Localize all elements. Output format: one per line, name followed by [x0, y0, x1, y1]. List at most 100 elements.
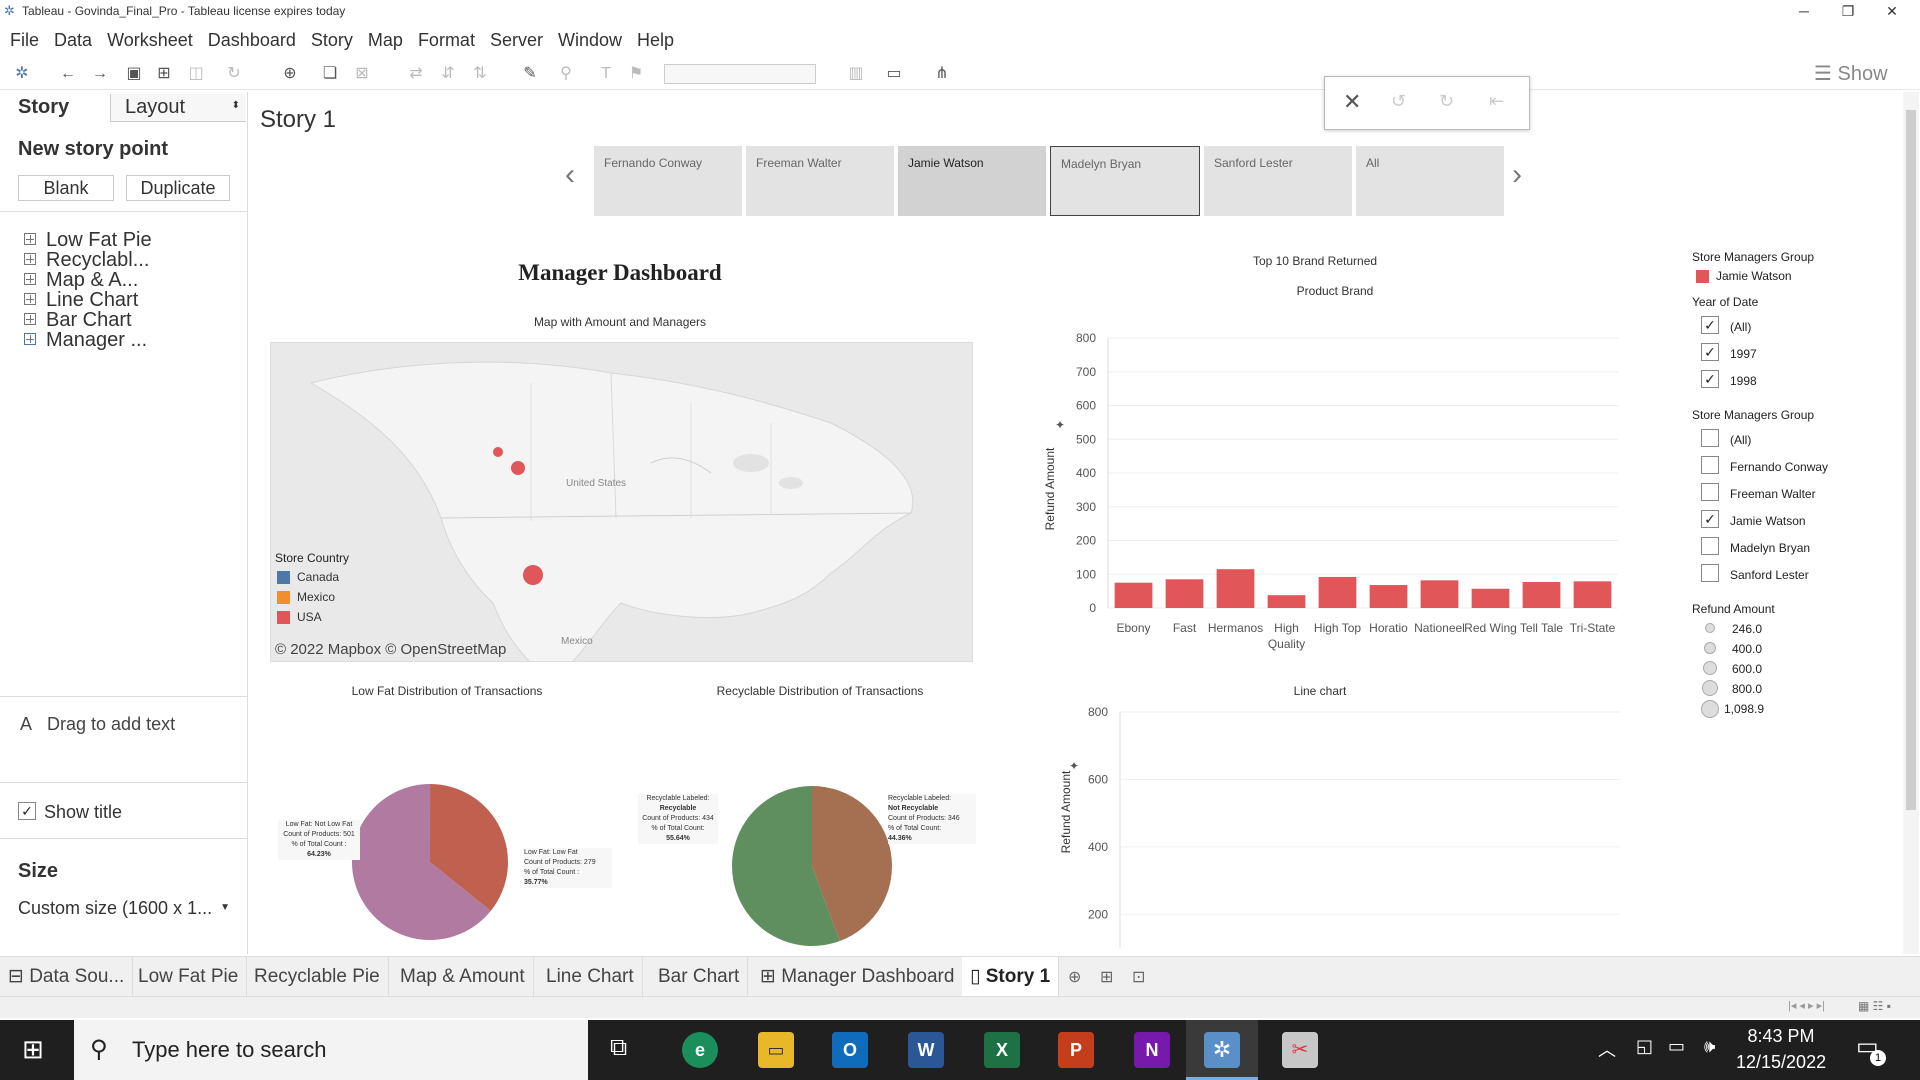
outlook-icon[interactable]: O [832, 1032, 868, 1068]
tab-story-1[interactable]: ▯ Story 1 [962, 957, 1060, 997]
labels-icon[interactable]: T [594, 62, 618, 86]
story-point-sanford[interactable]: Sanford Lester [1204, 146, 1352, 216]
menu-worksheet[interactable]: Worksheet [97, 26, 193, 54]
manager-checkbox-all[interactable] [1701, 429, 1719, 447]
presentation-icon[interactable]: ▭ [882, 62, 906, 86]
powerpoint-icon[interactable]: P [1058, 1032, 1094, 1068]
sheet-item-low-fat-pie[interactable]: Low Fat Pie [24, 230, 152, 250]
tab-layout[interactable]: Layout ⬍ [110, 94, 246, 122]
menu-dashboard[interactable]: Dashboard [198, 26, 296, 54]
map-point-ca[interactable] [523, 565, 543, 585]
sort-asc-icon[interactable]: ⇵ [436, 62, 460, 86]
tab-manager-dashboard[interactable]: ⊞ Manager Dashboard [752, 957, 964, 997]
story-point-fernando[interactable]: Fernando Conway [594, 146, 742, 216]
vertical-scrollbar[interactable] [1903, 92, 1919, 954]
menu-story[interactable]: Story [301, 26, 353, 54]
highlight-icon[interactable]: ✎ [518, 62, 542, 86]
undo-icon[interactable]: ← [56, 62, 80, 86]
refresh-icon[interactable]: ↻ [222, 62, 246, 86]
tab-low-fat-pie[interactable]: Low Fat Pie [130, 957, 248, 997]
manager-checkbox-madelyn[interactable] [1701, 537, 1719, 555]
tab-data-source[interactable]: ⊟ Data Sou... [0, 957, 134, 997]
task-view-icon[interactable]: ⧉ [610, 1034, 627, 1062]
new-datasource-icon[interactable]: ⊞ [152, 62, 176, 86]
sheet-item-map[interactable]: Map & A... [24, 270, 138, 290]
group-icon[interactable]: ⚲ [554, 62, 578, 86]
volume-icon[interactable]: 🕪 [1704, 1036, 1715, 1057]
menu-help[interactable]: Help [627, 26, 674, 54]
menu-format[interactable]: Format [408, 26, 475, 54]
story-point-all[interactable]: All [1356, 146, 1504, 216]
map-view[interactable]: United States Mexico Store Country Canad… [270, 342, 973, 662]
blank-button[interactable]: Blank [18, 175, 114, 201]
low-fat-pie-chart[interactable] [350, 782, 510, 942]
sheet-item-manager-dashboard[interactable]: Manager ... [24, 330, 147, 350]
update-icon[interactable]: ↻ [1439, 91, 1454, 112]
new-sheet-icon[interactable]: ⊕ [278, 62, 302, 86]
prev-arrow-icon[interactable]: ‹ [565, 158, 575, 192]
word-icon[interactable]: W [908, 1032, 944, 1068]
sheet-nav-icon[interactable]: |◂ ◂ ▸ ▸| [1788, 999, 1825, 1012]
save-as-new-icon[interactable]: ⇤ [1489, 91, 1504, 112]
year-checkbox-1998[interactable]: ✓ [1701, 370, 1719, 388]
onenote-icon[interactable]: N [1134, 1032, 1170, 1068]
tab-bar-chart[interactable]: Bar Chart [650, 957, 749, 997]
redo-icon[interactable]: → [88, 62, 112, 86]
tab-map-amount[interactable]: Map & Amount [392, 957, 534, 997]
tableau-home-icon[interactable]: ✲ [10, 62, 34, 86]
tab-story[interactable]: Story [18, 96, 69, 119]
menu-map[interactable]: Map [358, 26, 403, 54]
chevron-up-icon[interactable]: ︿ [1598, 1036, 1616, 1062]
edge-icon[interactable]: e [682, 1032, 718, 1068]
recyclable-pie-chart[interactable] [730, 784, 894, 948]
show-title-checkbox[interactable]: ✓ [18, 802, 36, 820]
tab-line-chart[interactable]: Line Chart [538, 957, 643, 997]
file-explorer-icon[interactable]: ▭ [758, 1032, 794, 1068]
pause-icon[interactable]: ◫ [184, 62, 208, 86]
manager-checkbox-freeman[interactable] [1701, 483, 1719, 501]
windows-start-icon[interactable]: ⊞ [22, 1034, 44, 1065]
pin-icon[interactable]: ⚑ [624, 62, 648, 86]
menu-window[interactable]: Window [548, 26, 622, 54]
tab-recyclable-pie[interactable]: Recyclable Pie [246, 957, 389, 997]
duplicate-sheet-icon[interactable]: ❏ [318, 62, 342, 86]
minimize-icon[interactable]: ─ [1782, 0, 1826, 22]
fit-dropdown[interactable] [664, 64, 816, 84]
save-icon[interactable]: ▣ [122, 62, 146, 86]
maximize-icon[interactable]: ❐ [1826, 0, 1870, 22]
card-icon[interactable]: ▥ [844, 62, 868, 86]
snipping-tool-icon[interactable]: ✂ [1282, 1032, 1318, 1068]
swap-icon[interactable]: ⇄ [404, 62, 428, 86]
map-point-or[interactable] [511, 461, 525, 475]
meet-now-icon[interactable]: ◱ [1636, 1036, 1653, 1057]
manager-checkbox-sanford[interactable] [1701, 564, 1719, 582]
delete-icon[interactable]: ✕ [1343, 89, 1361, 115]
line-chart[interactable]: 200 400 600 800 Refund Amount✦ [980, 702, 1620, 954]
sheet-item-bar-chart[interactable]: Bar Chart [24, 310, 132, 330]
next-arrow-icon[interactable]: › [1512, 158, 1522, 192]
network-icon[interactable]: ▭ [1668, 1036, 1685, 1057]
story-point-freeman[interactable]: Freeman Walter [746, 146, 894, 216]
drag-text-item[interactable]: A Drag to add text [20, 714, 175, 735]
new-worksheet-icon[interactable]: ⊕ [1068, 967, 1081, 987]
taskbar-tableau-active[interactable]: ✲ [1186, 1020, 1258, 1080]
clear-sheet-icon[interactable]: ⊠ [350, 62, 374, 86]
clock-date[interactable]: 12/15/2022 [1736, 1052, 1826, 1073]
show-me-button[interactable]: ☰ Show [1814, 62, 1888, 86]
menu-data[interactable]: Data [44, 26, 92, 54]
new-story-icon[interactable]: ⊡ [1132, 967, 1145, 987]
manager-checkbox-fernando[interactable] [1701, 456, 1719, 474]
clock-time[interactable]: 8:43 PM [1736, 1026, 1826, 1047]
year-checkbox-all[interactable]: ✓ [1701, 316, 1719, 334]
view-mode-icon[interactable]: ▦ ☷ ▪ [1858, 999, 1891, 1013]
manager-checkbox-jamie[interactable]: ✓ [1701, 510, 1719, 528]
close-icon[interactable]: ✕ [1870, 0, 1914, 22]
map-point-wa[interactable] [493, 447, 503, 457]
duplicate-button[interactable]: Duplicate [126, 175, 230, 201]
menu-file[interactable]: File [0, 26, 39, 54]
year-checkbox-1997[interactable]: ✓ [1701, 343, 1719, 361]
menu-server[interactable]: Server [480, 26, 543, 54]
size-dropdown[interactable]: Custom size (1600 x 1... ▼ [18, 898, 230, 922]
revert-icon[interactable]: ↺ [1391, 91, 1406, 112]
new-dashboard-icon[interactable]: ⊞ [1100, 967, 1113, 987]
